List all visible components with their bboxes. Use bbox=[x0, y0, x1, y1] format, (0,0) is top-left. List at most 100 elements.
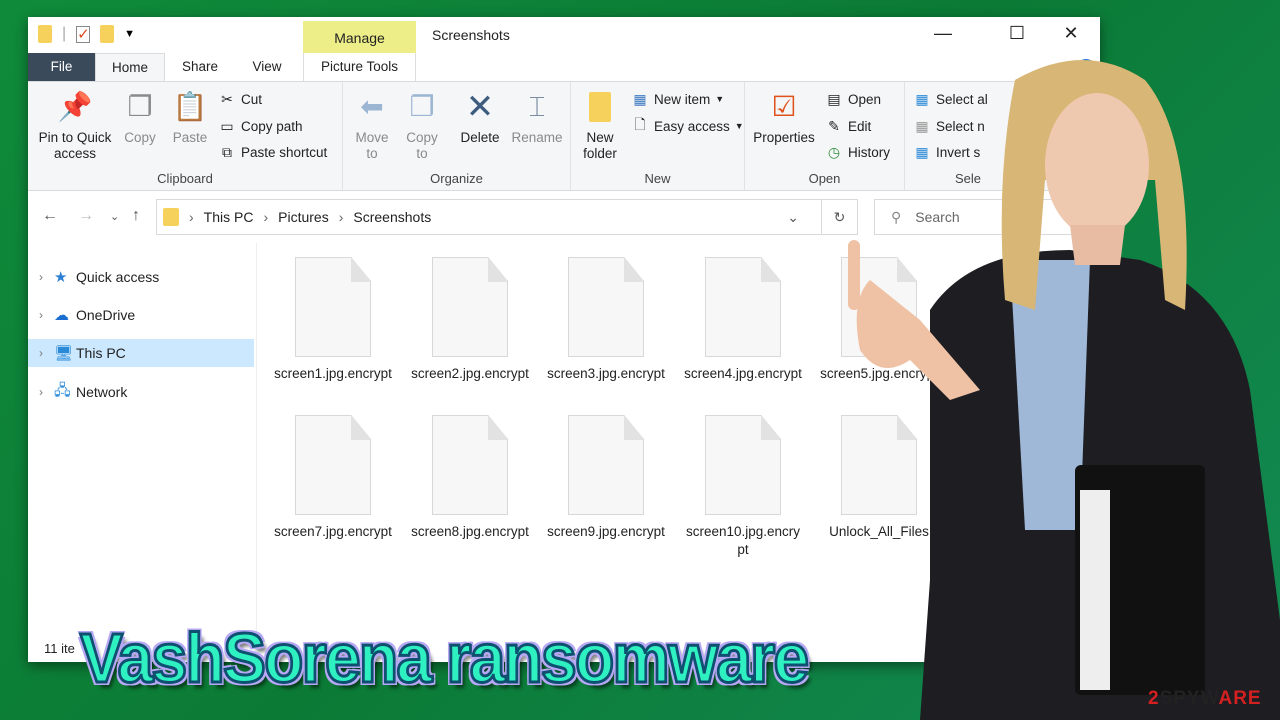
divider: | bbox=[62, 25, 67, 42]
blank-file-icon bbox=[295, 415, 371, 515]
file-name: screen9.jpg.encrypt bbox=[547, 524, 665, 539]
pane-divider bbox=[256, 243, 257, 633]
chevron-right-icon[interactable]: › bbox=[28, 270, 54, 284]
face bbox=[1045, 93, 1149, 237]
organize-label: Organize bbox=[430, 171, 483, 186]
breadcrumb-pictures[interactable]: Pictures bbox=[278, 209, 329, 225]
title-bar: | ✓ ▼ Manage Screenshots — ☐ ✕ bbox=[28, 17, 1100, 53]
network-icon: 🖧 bbox=[54, 381, 71, 399]
file-name: screen1.jpg.encrypt bbox=[274, 366, 392, 381]
folder-icon bbox=[583, 90, 617, 124]
blank-file-icon bbox=[295, 257, 371, 357]
move-to-button[interactable]: ⬅ Move to bbox=[349, 90, 395, 162]
new-label: New bbox=[644, 171, 671, 186]
file-item[interactable]: screen9.jpg.encrypt bbox=[546, 415, 666, 541]
cloud-icon: ☁ bbox=[54, 307, 69, 324]
tab-file[interactable]: File bbox=[28, 53, 95, 81]
paste-shortcut-icon: ⧉ bbox=[222, 143, 232, 160]
rename-button[interactable]: ⌶ Rename bbox=[507, 90, 567, 146]
clipboard-group: 📌 Pin to Quick access ❐ Copy 📋 Paste ✂ Cut ▭… bbox=[28, 82, 343, 190]
pin-icon: 📌 bbox=[57, 91, 93, 122]
paste-icon: 📋 bbox=[172, 91, 208, 122]
chevron-right-icon[interactable]: › bbox=[28, 385, 54, 399]
chevron-right-icon[interactable]: › bbox=[28, 308, 54, 322]
scissors-icon: ✂ bbox=[221, 90, 233, 107]
nav-item-this-pc[interactable]: › 🖥 This PC bbox=[28, 339, 254, 367]
back-arrow-icon[interactable]: ← bbox=[42, 207, 58, 225]
new-folder-icon[interactable] bbox=[100, 25, 115, 43]
delete-x-icon: ✕ bbox=[465, 88, 495, 126]
pointing-finger bbox=[848, 240, 860, 310]
manage-context-tab[interactable]: Manage bbox=[303, 21, 416, 53]
breadcrumb-screenshots[interactable]: Screenshots bbox=[353, 209, 431, 225]
blank-file-icon bbox=[432, 257, 508, 357]
forward-arrow-icon[interactable]: → bbox=[78, 207, 94, 225]
organize-group: ⬅ Move to ❐ Copy to ✕ Delete ⌶ Rename Organi… bbox=[343, 82, 571, 190]
file-item[interactable]: screen4.jpg.encrypt bbox=[683, 257, 803, 383]
folder-icon[interactable] bbox=[38, 25, 52, 43]
nav-item-network[interactable]: › 🖧 Network bbox=[28, 378, 254, 406]
paste-shortcut-button[interactable]: ⧉ Paste shortcut bbox=[218, 143, 327, 161]
file-item[interactable]: screen10.jpg.encrypt bbox=[683, 415, 803, 559]
properties-button[interactable]: ☑ Properties bbox=[749, 90, 819, 146]
copy-button[interactable]: ❐ Copy bbox=[118, 90, 162, 146]
woman-presenter-photo bbox=[848, 60, 1280, 720]
copy-to-icon: ❐ bbox=[409, 91, 435, 122]
status-item-count: 11 ite bbox=[44, 641, 75, 656]
neck bbox=[1070, 225, 1125, 265]
file-name: screen8.jpg.encrypt bbox=[411, 524, 529, 539]
move-to-icon: ⬅ bbox=[360, 91, 384, 122]
nav-item-quick-access[interactable]: › ★ Quick access bbox=[28, 263, 254, 291]
rename-icon: ⌶ bbox=[528, 91, 546, 122]
tab-picture-tools[interactable]: Picture Tools bbox=[303, 53, 416, 81]
file-name: screen4.jpg.encrypt bbox=[684, 366, 802, 381]
quick-access-toolbar: | ✓ ▼ bbox=[38, 25, 135, 43]
nav-item-onedrive[interactable]: › ☁ OneDrive bbox=[28, 301, 254, 329]
file-name: screen3.jpg.encrypt bbox=[547, 366, 665, 381]
properties-icon[interactable]: ✓ bbox=[76, 25, 91, 43]
breadcrumb-this-pc[interactable]: This PC bbox=[204, 209, 254, 225]
minimize-button[interactable]: — bbox=[928, 23, 958, 44]
file-name: screen10.jpg.encrypt bbox=[685, 524, 801, 557]
maximize-button[interactable]: ☐ bbox=[1002, 23, 1032, 44]
copy-icon: ❐ bbox=[127, 91, 153, 122]
new-item-icon: ▦ bbox=[633, 90, 647, 107]
file-item[interactable]: screen1.jpg.encrypt bbox=[273, 257, 393, 383]
file-item[interactable]: screen8.jpg.encrypt bbox=[410, 415, 530, 541]
cut-button[interactable]: ✂ Cut bbox=[218, 90, 262, 108]
tab-share[interactable]: Share bbox=[170, 53, 230, 81]
up-arrow-icon[interactable]: ↑ bbox=[132, 207, 140, 225]
folder-icon bbox=[163, 208, 179, 226]
blank-file-icon bbox=[705, 257, 781, 357]
file-item[interactable]: screen2.jpg.encrypt bbox=[410, 257, 530, 383]
chevron-right-icon[interactable]: › bbox=[28, 346, 54, 360]
file-name: screen7.jpg.encrypt bbox=[274, 524, 392, 539]
recent-dropdown-icon[interactable]: ⌄ bbox=[110, 210, 119, 223]
blank-file-icon bbox=[705, 415, 781, 515]
blank-file-icon bbox=[432, 415, 508, 515]
file-name: screen2.jpg.encrypt bbox=[411, 366, 529, 381]
tab-view[interactable]: View bbox=[240, 53, 294, 81]
tab-home[interactable]: Home bbox=[95, 53, 165, 81]
easy-access-icon: 🗋 bbox=[634, 116, 646, 132]
close-button[interactable]: ✕ bbox=[1056, 23, 1086, 44]
file-item[interactable]: screen7.jpg.encrypt bbox=[273, 415, 393, 541]
delete-button[interactable]: ✕ Delete bbox=[455, 90, 505, 146]
address-bar[interactable]: › This PC › Pictures › Screenshots ⌄ ↻ bbox=[156, 199, 858, 235]
clipboard-label: Clipboard bbox=[157, 171, 213, 186]
window-title: Screenshots bbox=[432, 27, 510, 43]
blank-file-icon bbox=[568, 415, 644, 515]
star-icon: ★ bbox=[54, 269, 68, 286]
address-dropdown-icon[interactable]: ⌄ bbox=[787, 209, 799, 226]
copy-to-button[interactable]: ❐ Copy to bbox=[399, 90, 445, 162]
easy-access-button[interactable]: 🗋 Easy access ▼ bbox=[631, 116, 743, 135]
copy-path-button[interactable]: ▭ Copy path bbox=[218, 117, 302, 135]
new-folder-button[interactable]: New folder bbox=[575, 90, 625, 162]
properties-check-icon: ☑ bbox=[771, 91, 797, 122]
new-group: New folder ▦ New item ▼ 🗋 Easy access ▼ New bbox=[571, 82, 745, 190]
paste-button[interactable]: 📋 Paste bbox=[168, 90, 212, 146]
pin-to-quick-access-button[interactable]: 📌 Pin to Quick access bbox=[34, 90, 116, 162]
file-item[interactable]: screen3.jpg.encrypt bbox=[546, 257, 666, 383]
new-item-button[interactable]: ▦ New item ▼ bbox=[631, 90, 724, 108]
customize-dropdown-icon[interactable]: ▼ bbox=[124, 28, 135, 40]
